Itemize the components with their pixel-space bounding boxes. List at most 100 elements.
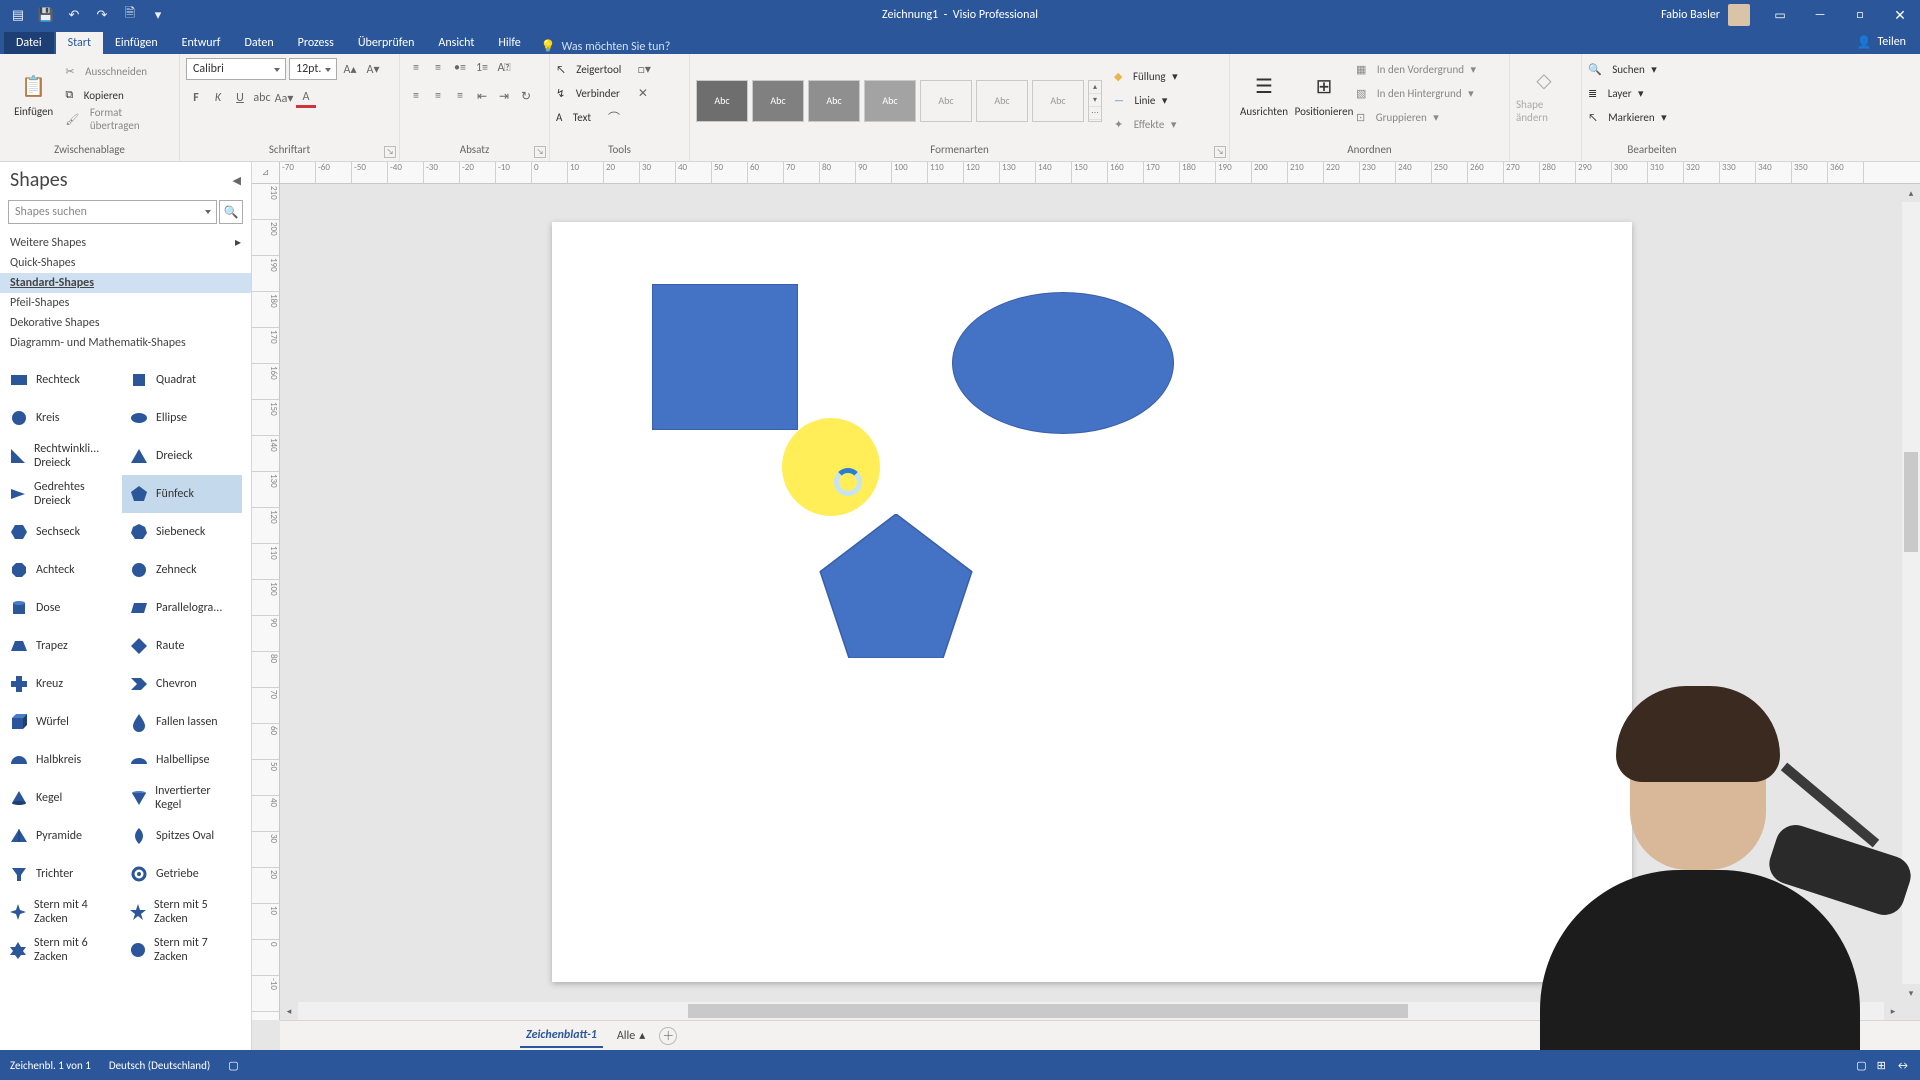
stencil-row[interactable]: Quick-Shapes [0, 253, 251, 273]
sheet-all-button[interactable]: Alle ▴ [617, 1028, 645, 1043]
qat-redo[interactable]: ↷ [90, 3, 114, 27]
shape-stencil-item[interactable]: Stern mit 7 Zacken [122, 931, 242, 969]
shape-stencil-item[interactable]: Trichter [2, 855, 122, 893]
indent-dec-button[interactable]: ⇤ [472, 86, 492, 106]
shape-stencil-item[interactable]: Raute [122, 627, 242, 665]
close-button[interactable]: ✕ [1880, 0, 1920, 30]
shape-stencil-item[interactable]: Halbellipse [122, 741, 242, 779]
shape-stencil-item[interactable]: Zehneck [122, 551, 242, 589]
shapes-search-input[interactable]: Shapes suchen [8, 200, 217, 224]
style-swatch[interactable]: Abc [752, 80, 804, 122]
style-gallery-more[interactable]: ▴▾⋯ [1088, 80, 1102, 122]
qat-undo[interactable]: ↶ [62, 3, 86, 27]
find-button[interactable]: 🔍 Suchen ▾ [1588, 58, 1667, 80]
select-button[interactable]: ↖ Markieren ▾ [1588, 106, 1667, 128]
shape-stencil-item[interactable]: Getriebe [122, 855, 242, 893]
shape-stencil-item[interactable]: Invertierter Kegel [122, 779, 242, 817]
pointer-tool-button[interactable]: ↖ Zeigertool □▾ [556, 58, 654, 80]
shape-stencil-item[interactable]: Ellipse [122, 399, 242, 437]
font-size-combo[interactable]: 12pt. [289, 58, 337, 80]
x-tool-button[interactable]: ✕ [633, 83, 653, 103]
style-swatch[interactable]: Abc [1032, 80, 1084, 122]
tell-me-search[interactable]: 💡 Was möchten Sie tun? [541, 39, 671, 54]
shape-stencil-item[interactable]: Sechseck [2, 513, 122, 551]
shape-stencil-item[interactable]: Siebeneck [122, 513, 242, 551]
shape-stencil-item[interactable]: Halbkreis [2, 741, 122, 779]
shapes-search-button[interactable]: 🔍 [219, 200, 243, 224]
share-button[interactable]: 👤Teilen [1843, 30, 1920, 54]
qat-save[interactable]: 💾 [34, 3, 58, 27]
paragraph-dialog-launcher[interactable]: ↘ [534, 146, 546, 158]
stencil-row[interactable]: Dekorative Shapes [0, 313, 251, 333]
shape-stencil-item[interactable]: Trapez [2, 627, 122, 665]
shape-stencil-item[interactable]: Kreuz [2, 665, 122, 703]
stencil-row[interactable]: Diagramm- und Mathematik-Shapes [0, 333, 251, 353]
qat-customize[interactable]: ▾ [146, 3, 170, 27]
scroll-up-icon[interactable]: ▴ [1902, 184, 1920, 202]
decrease-font-icon[interactable]: A▾ [363, 59, 383, 79]
collapse-pane-icon[interactable]: ◀ [233, 174, 241, 187]
connector-tool-button[interactable]: ↯ Verbinder ✕ [556, 82, 654, 104]
presentation-mode-icon[interactable]: ▢ [1856, 1059, 1866, 1072]
strike-button[interactable]: abc [252, 88, 272, 108]
shape-stencil-item[interactable]: Stern mit 6 Zacken [2, 931, 122, 969]
paste-button[interactable]: 📋 Einfügen [6, 58, 61, 132]
stencil-row[interactable]: Standard-Shapes [0, 273, 251, 293]
tab-file[interactable]: Datei [4, 32, 54, 54]
shape-stencil-item[interactable]: Gedrehtes Dreieck [2, 475, 122, 513]
font-dialog-launcher[interactable]: ↘ [384, 146, 396, 158]
underline-button[interactable]: U [230, 88, 250, 108]
user-account[interactable]: Fabio Basler [1661, 4, 1750, 26]
shape-stencil-item[interactable]: Kegel [2, 779, 122, 817]
qat-new[interactable]: 🗎 [118, 3, 142, 27]
shape-stencil-item[interactable]: Achteck [2, 551, 122, 589]
increase-font-icon[interactable]: A▴ [340, 59, 360, 79]
shape-stencil-item[interactable]: Stern mit 4 Zacken [2, 893, 122, 931]
horizontal-scrollbar[interactable]: ◂ ▸ [280, 1002, 1902, 1020]
shape-stencil-item[interactable]: Rechtwinkli... Dreieck [2, 437, 122, 475]
scroll-thumb[interactable] [1904, 452, 1918, 552]
shape-stencil-item[interactable]: Würfel [2, 703, 122, 741]
clear-format-button[interactable]: A⃠ [494, 58, 514, 78]
more-shapes-row[interactable]: Weitere Shapes▸ [0, 232, 251, 253]
shape-stencil-item[interactable]: Rechteck [2, 361, 122, 399]
shape-styles-dialog-launcher[interactable]: ↘ [1214, 146, 1226, 158]
layer-button[interactable]: ≣ Layer ▾ [1588, 82, 1667, 104]
shape-ellipse[interactable] [952, 292, 1174, 434]
italic-button[interactable]: K [208, 88, 228, 108]
align-top-button[interactable]: ≡ [406, 58, 426, 78]
tab-process[interactable]: Prozess [286, 32, 346, 54]
font-name-combo[interactable]: Calibri [186, 58, 286, 80]
scroll-thumb[interactable] [688, 1004, 1408, 1018]
shape-stencil-item[interactable]: Fallen lassen [122, 703, 242, 741]
style-swatch[interactable]: Abc [808, 80, 860, 122]
stencil-row[interactable]: Pfeil-Shapes [0, 293, 251, 313]
minimize-button[interactable]: — [1800, 0, 1840, 30]
align-center-button[interactable]: ≡ [428, 86, 448, 106]
shape-stencil-item[interactable]: Spitzes Oval [122, 817, 242, 855]
rect-tool-button[interactable]: □▾ [634, 59, 654, 79]
fit-width-icon[interactable]: ↔ [1896, 1059, 1910, 1072]
shape-pentagon[interactable] [818, 514, 974, 663]
scroll-left-icon[interactable]: ◂ [280, 1002, 298, 1020]
shape-stencil-item[interactable]: Stern mit 5 Zacken [122, 893, 242, 931]
shape-stencil-item[interactable]: Parallelogra... [122, 589, 242, 627]
status-language[interactable]: Deutsch (Deutschland) [109, 1059, 210, 1072]
tab-design[interactable]: Entwurf [170, 32, 233, 54]
maximize-button[interactable]: □ [1840, 0, 1880, 30]
align-right-button[interactable]: ≡ [450, 86, 470, 106]
position-button[interactable]: ⊞Positionieren [1296, 58, 1352, 132]
shape-style-gallery[interactable]: Abc Abc Abc Abc Abc Abc Abc ▴▾⋯ [696, 80, 1102, 122]
shape-rectangle[interactable] [652, 284, 798, 430]
shape-stencil-item[interactable]: Quadrat [122, 361, 242, 399]
style-swatch[interactable]: Abc [696, 80, 748, 122]
bold-button[interactable]: F [186, 88, 206, 108]
fit-page-icon[interactable]: ⊞ [1877, 1059, 1886, 1072]
shape-stencil-item[interactable]: Chevron [122, 665, 242, 703]
vertical-scrollbar[interactable]: ▴ ▾ [1902, 184, 1920, 1002]
arc-tool-button[interactable]: ⌒ [604, 107, 624, 127]
style-swatch[interactable]: Abc [920, 80, 972, 122]
rotate-text-button[interactable]: ↻ [516, 86, 536, 106]
line-button[interactable]: — Linie ▾ [1114, 90, 1178, 112]
text-tool-button[interactable]: A Text ⌒ [556, 106, 654, 128]
